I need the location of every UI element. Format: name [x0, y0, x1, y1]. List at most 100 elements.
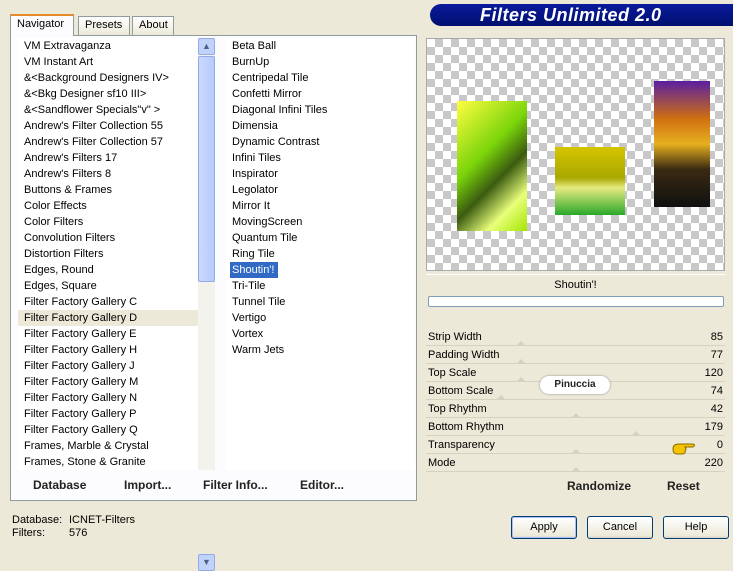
category-item[interactable]: Filter Factory Gallery N: [18, 390, 198, 406]
parameter-value: 179: [704, 421, 723, 433]
category-item[interactable]: Filter Factory Gallery D: [18, 310, 198, 326]
slider-thumb[interactable]: [516, 359, 526, 364]
slider-thumb[interactable]: [496, 395, 506, 400]
category-item[interactable]: Color Effects: [18, 198, 198, 214]
editor-button[interactable]: Editor...: [300, 478, 344, 492]
category-item[interactable]: &<Bkg Designer sf10 III>: [18, 86, 198, 102]
pointing-hand-icon: [672, 443, 695, 455]
category-item[interactable]: Filter Factory Gallery M: [18, 374, 198, 390]
category-item[interactable]: Filter Factory Gallery H: [18, 342, 198, 358]
filter-info-button[interactable]: Filter Info...: [203, 478, 268, 492]
preview-image: [426, 38, 725, 271]
window-title: Filters Unlimited 2.0: [480, 5, 662, 25]
parameter-label: Bottom Scale: [428, 385, 494, 397]
category-item[interactable]: Frames, Marble & Crystal: [18, 438, 198, 454]
parameter-label: Mode: [428, 457, 456, 469]
slider-track[interactable]: [426, 345, 725, 346]
parameter-row[interactable]: Strip Width 85: [426, 329, 725, 347]
filter-item[interactable]: Quantum Tile: [226, 230, 415, 246]
parameter-label: Top Rhythm: [428, 403, 487, 415]
help-button[interactable]: Help: [663, 516, 729, 539]
filter-item[interactable]: MovingScreen: [226, 214, 415, 230]
tab-about[interactable]: About: [132, 16, 174, 35]
database-value: ICNET-Filters: [69, 514, 135, 526]
filter-item[interactable]: Vortex: [226, 326, 415, 342]
database-button[interactable]: Database: [33, 478, 86, 492]
filter-item[interactable]: Inspirator: [226, 166, 415, 182]
randomize-button[interactable]: Randomize: [567, 479, 631, 493]
filter-item[interactable]: Mirror It: [226, 198, 415, 214]
slider-track[interactable]: [426, 435, 725, 436]
category-item[interactable]: VM Instant Art: [18, 54, 198, 70]
slider-track[interactable]: [426, 399, 725, 400]
filter-item[interactable]: Diagonal Infini Tiles: [226, 102, 415, 118]
filter-list[interactable]: Beta Ball BurnUp Centripedal Tile Confetti …: [226, 38, 415, 470]
slider-thumb[interactable]: [571, 413, 581, 418]
category-item[interactable]: Andrew's Filter Collection 57: [18, 134, 198, 150]
category-item[interactable]: &<Sandflower Specials"v" >: [18, 102, 198, 118]
parameter-value: 77: [710, 349, 723, 361]
category-item[interactable]: Filter Factory Gallery Q: [18, 422, 198, 438]
progress-bar: [428, 296, 724, 307]
category-item[interactable]: Filter Factory Gallery C: [18, 294, 198, 310]
parameter-value: 120: [704, 367, 723, 379]
filter-item[interactable]: Dimensia: [226, 118, 415, 134]
category-item[interactable]: Andrew's Filters 8: [18, 166, 198, 182]
parameter-row[interactable]: Padding Width 77: [426, 347, 725, 365]
category-item[interactable]: Color Filters: [18, 214, 198, 230]
scroll-down-button[interactable]: ▼: [198, 554, 215, 571]
category-item[interactable]: Filter Factory Gallery J: [18, 358, 198, 374]
parameter-value: 0: [716, 439, 723, 451]
parameter-value: 42: [710, 403, 723, 415]
category-item[interactable]: Convolution Filters: [18, 230, 198, 246]
filter-item[interactable]: Warm Jets: [226, 342, 415, 358]
parameter-row[interactable]: Bottom Rhythm 179: [426, 419, 725, 437]
category-item[interactable]: Edges, Round: [18, 262, 198, 278]
parameter-label: Strip Width: [428, 331, 482, 343]
category-scrollbar[interactable]: ▲ ▼: [198, 38, 215, 571]
parameter-label: Transparency: [428, 439, 495, 451]
filter-item[interactable]: Ring Tile: [226, 246, 415, 262]
category-item[interactable]: Filter Factory Gallery P: [18, 406, 198, 422]
slider-thumb[interactable]: [571, 449, 581, 454]
slider-thumb[interactable]: [516, 341, 526, 346]
parameter-label: Padding Width: [428, 349, 500, 361]
category-item[interactable]: Andrew's Filter Collection 55: [18, 118, 198, 134]
filters-label: Filters:: [12, 527, 45, 539]
scroll-thumb[interactable]: [198, 56, 215, 282]
slider-thumb[interactable]: [571, 467, 581, 472]
parameter-row[interactable]: Top Rhythm 42: [426, 401, 725, 419]
category-list[interactable]: VM Extravaganza VM Instant Art &<Backgroun…: [18, 38, 198, 470]
category-item[interactable]: &<Background Designers IV>: [18, 70, 198, 86]
category-item[interactable]: Buttons & Frames: [18, 182, 198, 198]
filter-item[interactable]: Confetti Mirror: [226, 86, 415, 102]
filter-item[interactable]: Infini Tiles: [226, 150, 415, 166]
tab-navigator[interactable]: Navigator: [10, 14, 74, 36]
slider-thumb[interactable]: [631, 431, 641, 436]
category-item[interactable]: Frames, Stone & Granite: [18, 454, 198, 470]
parameter-value: 74: [710, 385, 723, 397]
filter-item[interactable]: Centripedal Tile: [226, 70, 415, 86]
filter-item[interactable]: Dynamic Contrast: [226, 134, 415, 150]
filter-item[interactable]: Beta Ball: [226, 38, 415, 54]
slider-thumb[interactable]: [516, 377, 526, 382]
scroll-up-button[interactable]: ▲: [198, 38, 215, 55]
category-item[interactable]: Andrew's Filters 17: [18, 150, 198, 166]
category-item[interactable]: Edges, Square: [18, 278, 198, 294]
filter-item[interactable]: BurnUp: [226, 54, 415, 70]
filter-item[interactable]: Vertigo: [226, 310, 415, 326]
filter-item[interactable]: Tri-Tile: [226, 278, 415, 294]
cancel-button[interactable]: Cancel: [587, 516, 653, 539]
category-item[interactable]: Distortion Filters: [18, 246, 198, 262]
parameter-label: Bottom Rhythm: [428, 421, 504, 433]
filter-item[interactable]: Tunnel Tile: [226, 294, 415, 310]
filter-item[interactable]: Legolator: [226, 182, 415, 198]
apply-button[interactable]: Apply: [511, 516, 577, 539]
category-item[interactable]: VM Extravaganza: [18, 38, 198, 54]
tab-presets[interactable]: Presets: [78, 16, 130, 35]
slider-track[interactable]: [426, 363, 725, 364]
import-button[interactable]: Import...: [124, 478, 171, 492]
reset-button[interactable]: Reset: [667, 479, 700, 493]
filter-item[interactable]: Shoutin'!: [230, 262, 279, 278]
category-item[interactable]: Filter Factory Gallery E: [18, 326, 198, 342]
